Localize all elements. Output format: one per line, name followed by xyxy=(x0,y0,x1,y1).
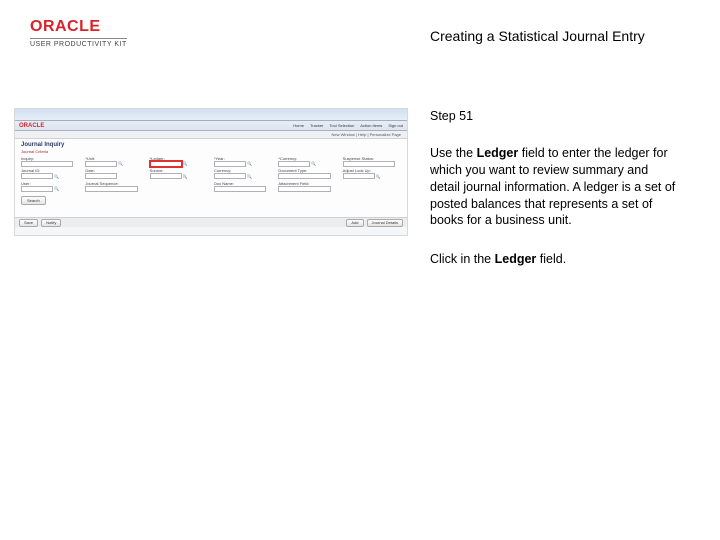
save-button[interactable]: Save xyxy=(19,219,38,227)
text: Use the xyxy=(430,146,477,160)
screenshot-footer: Save Notify Add Journal Details xyxy=(15,217,407,227)
lookup-icon[interactable]: 🔍 xyxy=(118,161,123,166)
jseq-input[interactable] xyxy=(85,186,137,192)
screenshot-body: Journal Inquiry Journal Criteria Inquiry… xyxy=(15,139,407,217)
screenshot-heading: Journal Inquiry xyxy=(21,142,401,148)
suspense-input[interactable] xyxy=(343,161,395,167)
inquiry-input[interactable] xyxy=(21,161,73,167)
screenshot-subnav: New Window | Help | Personalize Page xyxy=(15,131,407,139)
journalid-input[interactable] xyxy=(21,173,53,179)
lookup-icon[interactable]: 🔍 xyxy=(311,161,316,166)
add-button[interactable]: Add xyxy=(346,219,363,227)
screenshot-subheading: Journal Criteria xyxy=(21,149,401,154)
date-input[interactable] xyxy=(85,173,117,179)
search-button[interactable]: Search xyxy=(21,196,46,205)
doctype-input[interactable] xyxy=(278,173,330,179)
instruction-panel: Step 51 Use the Ledger field to enter th… xyxy=(430,108,680,268)
unit-input[interactable] xyxy=(85,161,117,167)
criteria-grid: Inquiry: *Unit:🔍 *Ledger:🔍 *Year:🔍 *Curr… xyxy=(21,157,401,192)
text-bold: Ledger xyxy=(477,146,519,160)
journal-details-button[interactable]: Journal Details xyxy=(367,219,403,227)
step-number: Step 51 xyxy=(430,108,680,125)
screenshot-titlebar xyxy=(15,109,407,121)
page-title: Creating a Statistical Journal Entry xyxy=(430,28,645,44)
lookup-icon[interactable]: 🔍 xyxy=(183,174,188,179)
screenshot-oracle-logo: ORACLE xyxy=(19,123,44,129)
lookup-icon[interactable]: 🔍 xyxy=(376,174,381,179)
year-input[interactable] xyxy=(214,161,246,167)
lookup-icon[interactable]: 🔍 xyxy=(183,161,188,166)
text-bold: Ledger xyxy=(495,252,537,266)
adjust-input[interactable] xyxy=(343,173,375,179)
text: Click in the xyxy=(430,252,495,266)
lookup-icon[interactable]: 🔍 xyxy=(54,174,59,179)
menu-item: Sign out xyxy=(388,123,403,128)
oracle-wordmark: ORACLE xyxy=(30,18,127,36)
lookup-icon[interactable]: 🔍 xyxy=(54,186,59,191)
lookup-icon[interactable]: 🔍 xyxy=(247,174,252,179)
embedded-screenshot: ORACLE Home Tracker Tool Selection Actio… xyxy=(14,108,408,236)
text: field. xyxy=(536,252,566,266)
docname-input[interactable] xyxy=(214,186,267,192)
instruction-body: Use the Ledger field to enter the ledger… xyxy=(430,145,680,229)
menu-item: Action Items xyxy=(360,123,382,128)
source-input[interactable] xyxy=(150,173,182,179)
attach-input[interactable] xyxy=(278,186,330,192)
lookup-icon[interactable]: 🔍 xyxy=(247,161,252,166)
screenshot-menu-items: Home Tracker Tool Selection Action Items… xyxy=(293,123,403,128)
instruction-action: Click in the Ledger field. xyxy=(430,251,680,268)
currency-input[interactable] xyxy=(278,161,310,167)
product-line: USER PRODUCTIVITY KIT xyxy=(30,38,127,48)
user-input[interactable] xyxy=(21,186,53,192)
menu-item: Home xyxy=(293,123,304,128)
menu-item: Tool Selection xyxy=(329,123,354,128)
currency2-input[interactable] xyxy=(214,173,246,179)
notify-button[interactable]: Notify xyxy=(41,219,61,227)
brand-logo: ORACLE USER PRODUCTIVITY KIT xyxy=(30,18,127,48)
menu-item: Tracker xyxy=(310,123,323,128)
ledger-input[interactable] xyxy=(150,161,182,167)
screenshot-menubar: ORACLE Home Tracker Tool Selection Actio… xyxy=(15,121,407,131)
